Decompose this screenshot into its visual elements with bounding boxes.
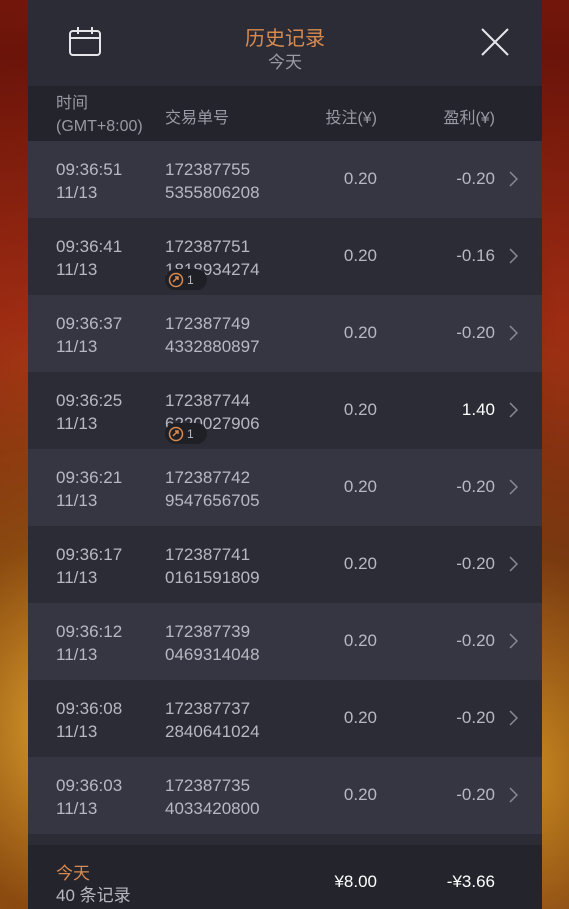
row-time: 09:36:21 11/13 <box>56 468 123 510</box>
row-bet: 0.20 <box>343 477 377 496</box>
row-profit: -0.16 <box>456 246 495 265</box>
history-row[interactable]: 09:36:08 11/13 172387737 2840641024 0.20 -0.2… <box>28 680 542 757</box>
chevron-right-icon <box>509 633 518 649</box>
row-bet: 0.20 <box>343 400 377 419</box>
row-profit: -0.20 <box>456 708 495 727</box>
chevron-right-icon <box>509 325 518 341</box>
row-profit: -0.20 <box>456 785 495 804</box>
spin-icon <box>168 272 184 288</box>
date-filter-label: 今天 <box>268 53 302 72</box>
row-profit: -0.20 <box>456 323 495 342</box>
spin-icon <box>168 426 184 442</box>
total-profit: -¥3.66 <box>446 872 495 891</box>
row-time: 09:36:17 11/13 <box>56 545 123 587</box>
row-bet: 0.20 <box>343 631 377 650</box>
row-profit: -0.20 <box>456 554 495 573</box>
row-time: 09:36:51 11/13 <box>56 160 123 202</box>
total-bet: ¥8.00 <box>334 872 377 891</box>
row-bet: 0.20 <box>343 554 377 573</box>
row-time: 09:36:03 11/13 <box>56 776 123 818</box>
header-time: 时间 (GMT+8:00) <box>56 95 143 135</box>
row-time: 09:36:41 11/13 <box>56 237 123 279</box>
chevron-right-icon <box>509 556 518 572</box>
row-time: 09:36:37 11/13 <box>56 314 123 356</box>
row-transaction-id: 172387755 5355806208 <box>165 160 260 202</box>
history-panel: 历史记录 今天 时间 (GMT+8:00) 交易单号 投注(¥) 盈利(¥) 0… <box>28 0 542 909</box>
chevron-right-icon <box>509 402 518 418</box>
column-headers: 时间 (GMT+8:00) 交易单号 投注(¥) 盈利(¥) <box>28 89 542 141</box>
chevron-right-icon <box>509 787 518 803</box>
history-row[interactable]: 09:36:51 11/13 172387755 5355806208 0.20 -0.2… <box>28 141 542 218</box>
history-row[interactable]: 09:36:21 11/13 172387742 9547656705 0.20 -0.2… <box>28 449 542 526</box>
badge-count: 1 <box>187 273 194 287</box>
header-profit: 盈利(¥) <box>443 110 495 127</box>
chevron-right-icon <box>509 248 518 264</box>
history-header: 历史记录 今天 <box>28 0 542 89</box>
free-spin-badge: 1 <box>165 423 207 444</box>
history-row[interactable]: 09:36:17 11/13 172387741 0161591809 0.20 -0.2… <box>28 526 542 603</box>
summary-footer: 今天 40 条记录 ¥8.00 -¥3.66 <box>28 845 542 909</box>
header-bet: 投注(¥) <box>325 110 377 127</box>
page-title: 历史记录 <box>245 28 325 50</box>
free-spin-badge: 1 <box>165 269 207 290</box>
close-icon[interactable] <box>480 27 510 57</box>
row-bet: 0.20 <box>343 785 377 804</box>
row-transaction-id: 172387742 9547656705 <box>165 468 260 510</box>
badge-count: 1 <box>187 427 194 441</box>
row-time: 09:36:25 11/13 <box>56 391 123 433</box>
row-transaction-id: 172387735 4033420800 <box>165 776 260 818</box>
row-bet: 0.20 <box>343 246 377 265</box>
chevron-right-icon <box>509 710 518 726</box>
history-row[interactable]: 09:36:25 11/13 172387744 6220027906 1 0.20 1.4… <box>28 372 542 449</box>
row-profit: -0.20 <box>456 477 495 496</box>
history-list: 09:36:51 11/13 172387755 5355806208 0.20 -0.2… <box>28 141 542 834</box>
row-bet: 0.20 <box>343 323 377 342</box>
record-count: 40 条记录 <box>56 886 131 905</box>
history-row[interactable]: 09:36:12 11/13 172387739 0469314048 0.20 -0.2… <box>28 603 542 680</box>
row-time: 09:36:08 11/13 <box>56 699 123 741</box>
history-row[interactable]: 09:36:03 11/13 172387735 4033420800 0.20 -0.2… <box>28 757 542 834</box>
history-row[interactable]: 09:36:41 11/13 172387751 1818934274 1 0.20 -0.… <box>28 218 542 295</box>
row-profit: -0.20 <box>456 169 495 188</box>
chevron-right-icon <box>509 479 518 495</box>
row-transaction-id: 172387749 4332880897 <box>165 314 260 356</box>
header-transaction-id: 交易单号 <box>165 110 230 127</box>
row-transaction-id: 172387737 2840641024 <box>165 699 260 741</box>
row-transaction-id: 172387741 0161591809 <box>165 545 260 587</box>
chevron-right-icon <box>509 171 518 187</box>
row-profit: 1.40 <box>461 400 495 419</box>
row-bet: 0.20 <box>343 169 377 188</box>
history-row[interactable]: 09:36:37 11/13 172387749 4332880897 0.20 -0.2… <box>28 295 542 372</box>
row-bet: 0.20 <box>343 708 377 727</box>
row-time: 09:36:12 11/13 <box>56 622 123 664</box>
row-profit: -0.20 <box>456 631 495 650</box>
row-transaction-id: 172387739 0469314048 <box>165 622 260 664</box>
